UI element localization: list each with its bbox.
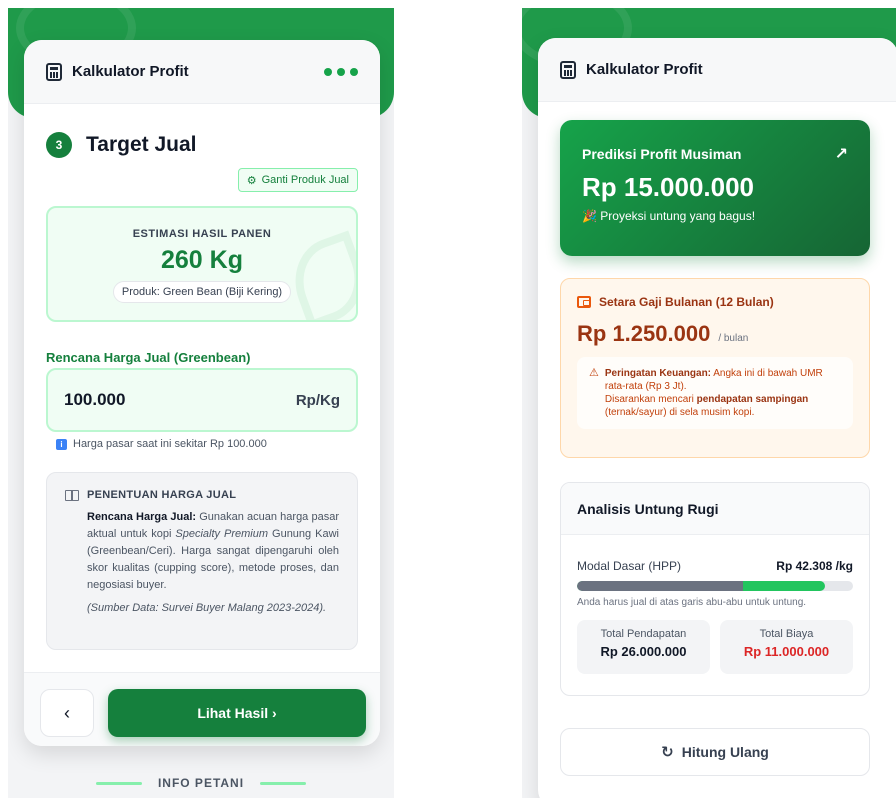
total-cost-label: Total Biaya xyxy=(759,628,814,640)
recalculate-button[interactable]: ↻ Hitung Ulang xyxy=(560,728,870,776)
product-pill: Produk: Green Bean (Biji Kering) xyxy=(112,281,292,303)
salary-row: Rp 1.250.000 / bulan xyxy=(577,321,853,347)
gear-icon: ⚙ xyxy=(246,174,257,187)
divider xyxy=(95,781,142,785)
card-header: Kalkulator Profit xyxy=(538,38,896,102)
salary-heading: Setara Gaji Bulanan (12 Bulan) xyxy=(577,295,853,309)
screen: Kalkulator Profit 3 Target Jual ⚙ Ganti … xyxy=(0,0,896,798)
harvest-label: ESTIMASI HASIL PANEN xyxy=(132,228,272,240)
book-icon xyxy=(65,489,79,501)
leaf-icon xyxy=(282,230,356,320)
back-button[interactable]: ‹ xyxy=(40,689,94,737)
footer-brand: INFO PETANI xyxy=(8,776,394,790)
calculator-icon xyxy=(560,60,576,79)
app-title: Kalkulator Profit xyxy=(586,61,703,78)
footer-bar: ‹ Lihat Hasil › xyxy=(24,672,380,746)
price-unit: Rp/Kg xyxy=(295,391,340,409)
harvest-estimate-card: ESTIMASI HASIL PANEN 260 Kg Produk: Gree… xyxy=(46,206,358,322)
salary-heading-text: Setara Gaji Bulanan (12 Bulan) xyxy=(599,295,774,309)
title-wrap: Kalkulator Profit xyxy=(46,62,189,81)
divider xyxy=(260,781,307,785)
market-price-hint: i Harga pasar saat ini sekitar Rp 100.00… xyxy=(56,438,267,450)
pricing-heading-text: PENENTUAN HARGA JUAL xyxy=(87,489,237,501)
change-product-button[interactable]: ⚙ Ganti Produk Jual xyxy=(237,168,358,192)
footer-brand-text: INFO PETANI xyxy=(157,776,245,790)
view-results-button[interactable]: Lihat Hasil › xyxy=(108,689,366,737)
refresh-icon: ↻ xyxy=(661,744,674,761)
warning-icon: ⚠ xyxy=(589,367,599,379)
more-dots-icon[interactable] xyxy=(324,67,358,76)
market-hint-text: Harga pasar saat ini sekitar Rp 100.000 xyxy=(73,438,267,450)
pricing-info-text: Rencana Harga Jual: Gunakan acuan harga … xyxy=(87,511,339,591)
profit-loss-analysis: Analisis Untung Rugi Modal Dasar (HPP) R… xyxy=(560,482,870,696)
monthly-salary-card: Setara Gaji Bulanan (12 Bulan) Rp 1.250.… xyxy=(560,278,870,458)
step-header: 3 Target Jual xyxy=(46,132,196,158)
right-phone: Kalkulator Profit Prediksi Profit Musima… xyxy=(522,8,896,798)
analysis-heading: Analisis Untung Rugi xyxy=(561,483,869,535)
total-revenue-label: Total Pendapatan xyxy=(600,628,687,640)
hpp-label: Modal Dasar (HPP) xyxy=(577,559,682,573)
profit-label: Prediksi Profit Musiman xyxy=(582,146,742,162)
salary-value: Rp 1.250.000 xyxy=(577,321,711,346)
info-icon: i xyxy=(56,438,67,450)
total-cost-value: Rp 11.000.000 xyxy=(743,644,830,659)
step-number: 3 xyxy=(46,132,72,158)
total-cost-cell: Total Biaya Rp 11.000.000 xyxy=(720,620,853,674)
total-revenue-cell: Total Pendapatan Rp 26.000.000 xyxy=(577,620,710,674)
financial-warning: ⚠ Peringatan Keuangan: Angka ini di bawa… xyxy=(577,357,853,429)
pricing-info-box: PENENTUAN HARGA JUAL Rencana Harga Jual:… xyxy=(46,472,358,650)
calculator-icon xyxy=(46,62,62,81)
results-card: Kalkulator Profit Prediksi Profit Musima… xyxy=(538,38,896,798)
hpp-value: Rp 42.308 /kg xyxy=(776,559,853,573)
calculator-card: Kalkulator Profit 3 Target Jual ⚙ Ganti … xyxy=(24,40,380,746)
profit-note: 🎉 Proyeksi untung yang bagus! xyxy=(582,209,756,223)
pricing-source: (Sumber Data: Survei Buyer Malang 2023-2… xyxy=(87,602,327,614)
totals-row: Total Pendapatan Rp 26.000.000 Total Bia… xyxy=(577,620,853,674)
bar-hint: Anda harus jual di atas garis abu-abu un… xyxy=(577,597,807,608)
hpp-row: Modal Dasar (HPP) Rp 42.308 /kg xyxy=(577,559,853,573)
cost-bar-fill xyxy=(577,581,743,591)
trend-up-icon: ↗ xyxy=(834,146,848,163)
card-header: Kalkulator Profit xyxy=(24,40,380,104)
total-revenue-value: Rp 26.000.000 xyxy=(600,644,687,659)
price-label: Rencana Harga Jual (Greenbean) xyxy=(46,350,251,365)
pricing-info-heading: PENENTUAN HARGA JUAL xyxy=(65,489,339,501)
app-title: Kalkulator Profit xyxy=(72,63,189,80)
profit-prediction-card: Prediksi Profit Musiman ↗ Rp 15.000.000 … xyxy=(560,120,870,256)
wallet-icon xyxy=(577,296,591,308)
price-value: 100.000 xyxy=(64,390,126,409)
left-phone: Kalkulator Profit 3 Target Jual ⚙ Ganti … xyxy=(8,8,394,798)
title-wrap: Kalkulator Profit xyxy=(560,60,703,79)
profit-value: Rp 15.000.000 xyxy=(582,172,755,202)
step-title: Target Jual xyxy=(86,133,197,156)
price-input[interactable]: 100.000 Rp/Kg xyxy=(46,368,358,432)
change-product-label: Ganti Produk Jual xyxy=(261,174,349,186)
warning-text: Peringatan Keuangan: Angka ini di bawah … xyxy=(604,368,823,418)
cost-bar xyxy=(577,581,853,591)
salary-unit: / bulan xyxy=(718,333,749,344)
recalculate-label: Hitung Ulang xyxy=(681,744,769,760)
